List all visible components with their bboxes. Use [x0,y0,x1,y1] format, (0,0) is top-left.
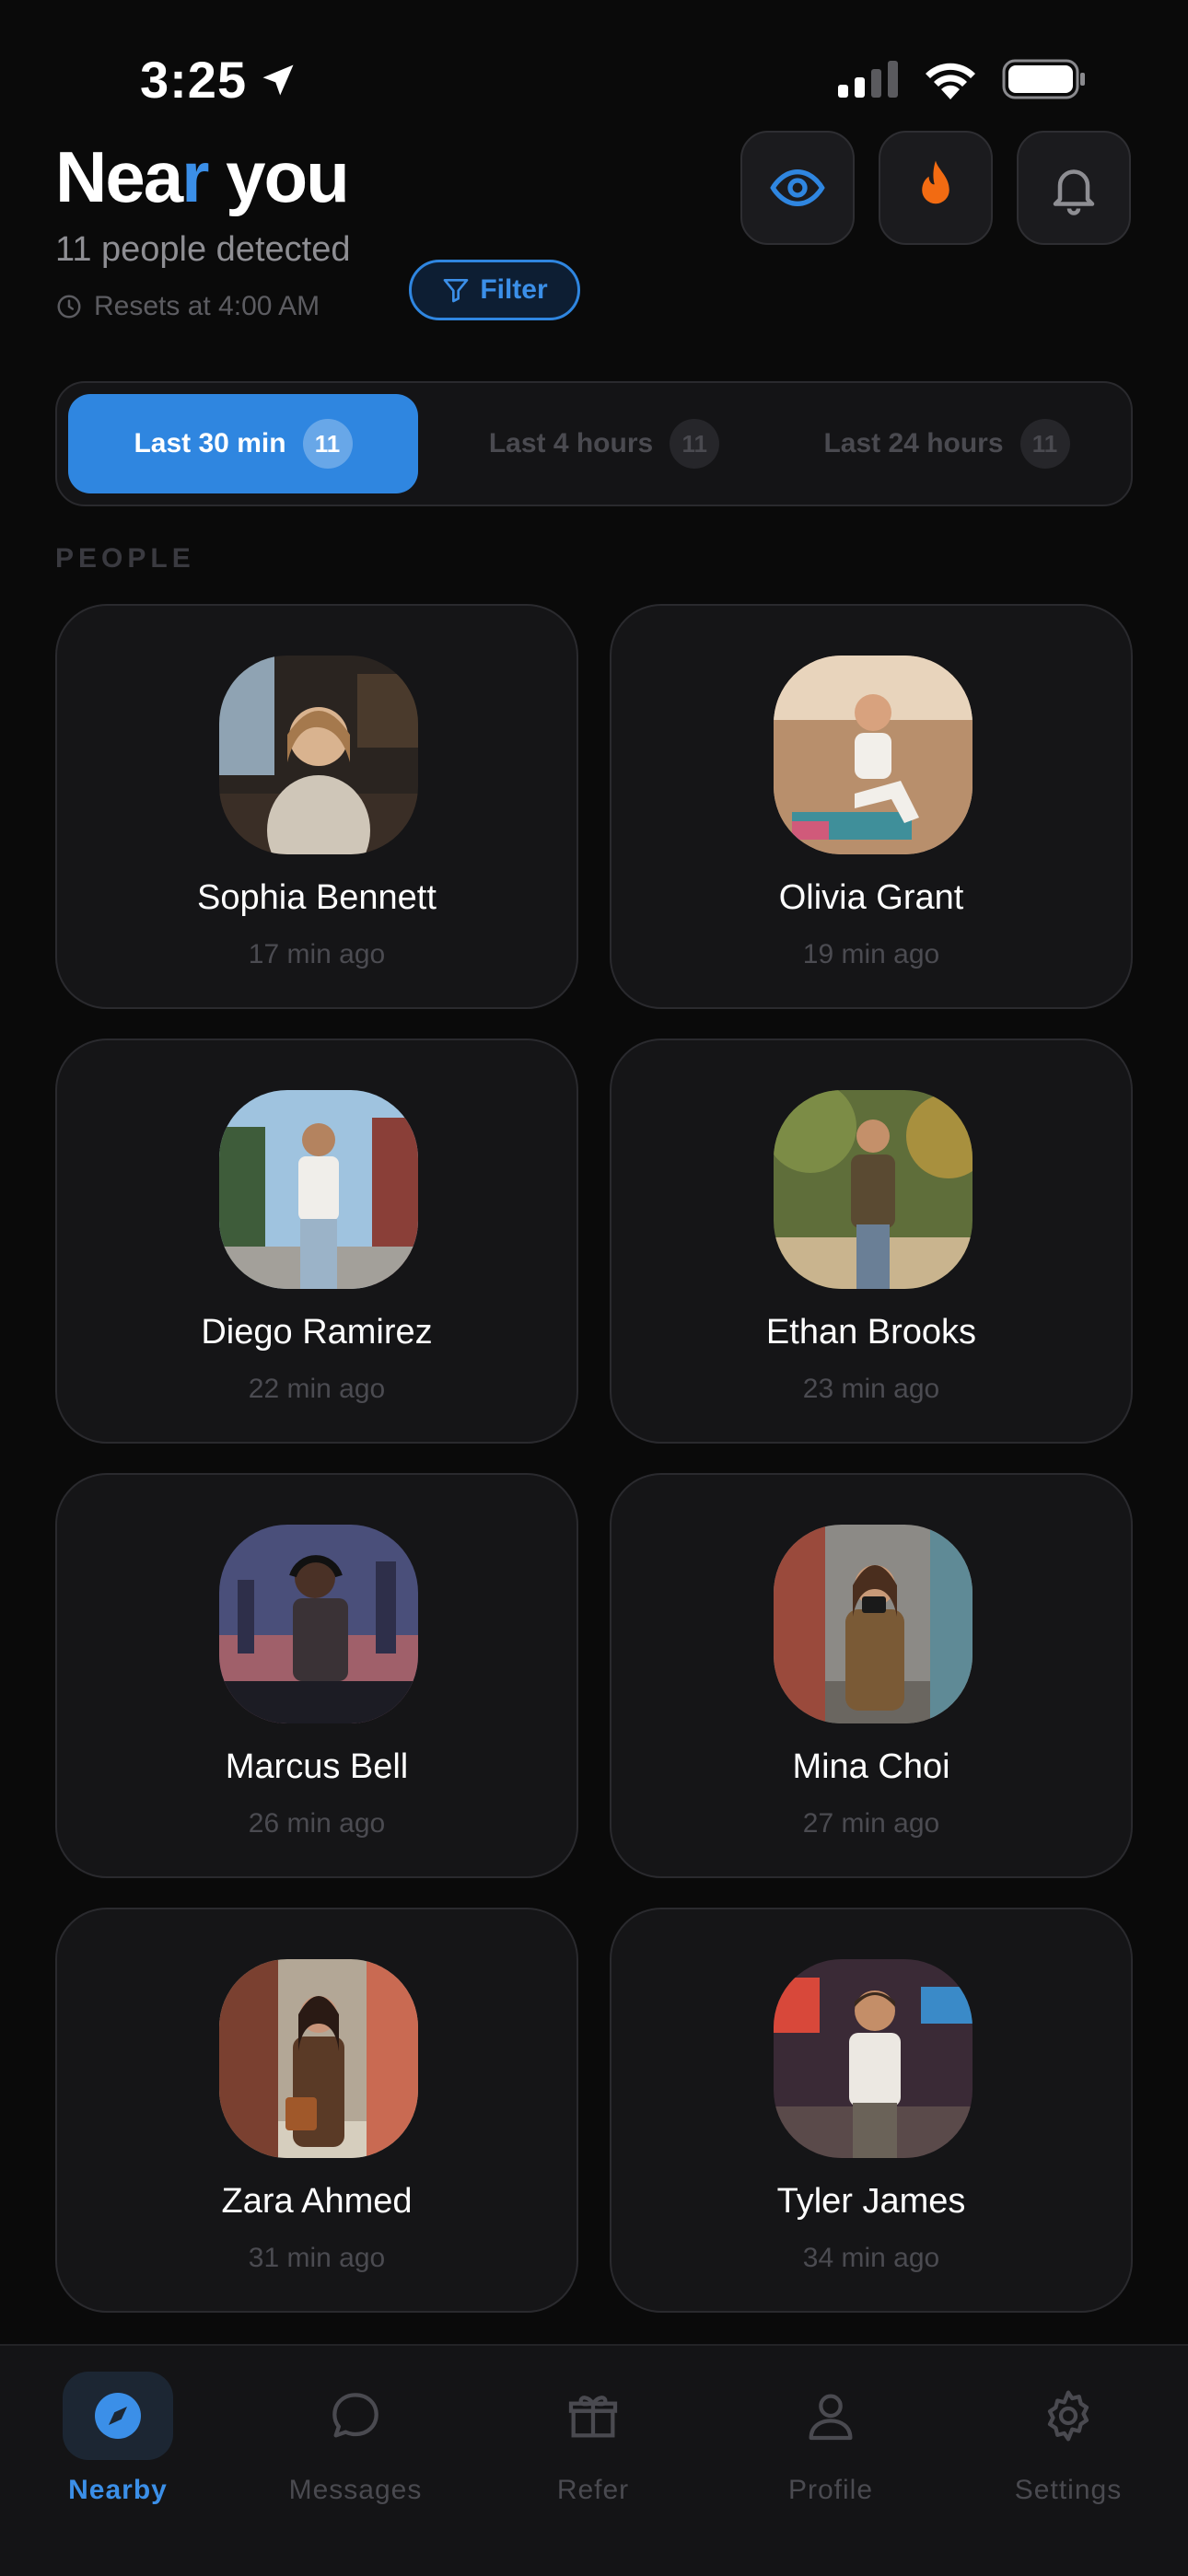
person-card[interactable]: Zara Ahmed 31 min ago [55,1908,578,2313]
tab-label: Profile [787,2475,874,2505]
segment-count-badge: 11 [670,419,720,469]
filter-label: Filter [480,274,548,305]
tab-icon-wrap [63,2372,173,2460]
segment-last-30-min[interactable]: Last 30 min 11 [68,394,418,493]
person-name: Marcus Bell [225,1747,409,1786]
bell-icon [1053,169,1095,215]
tab-messages[interactable]: Messages [254,2372,457,2506]
segment-label: Last 30 min [134,428,286,458]
segment-label: Last 24 hours [823,428,1004,458]
battery-icon [1002,59,1085,99]
person-card[interactable]: Mina Choi 27 min ago [610,1473,1133,1878]
avatar [219,1525,418,1723]
last-seen: 23 min ago [802,1374,940,1404]
person-card[interactable]: Ethan Brooks 23 min ago [610,1039,1133,1444]
tab-label: Nearby [68,2475,168,2505]
title-accent-letter: r [181,136,209,217]
tab-label: Refer [556,2475,630,2505]
status-time: 3:25 [140,50,298,110]
avatar [774,1525,973,1723]
last-seen: 31 min ago [248,2243,386,2273]
tab-icon-wrap [538,2372,648,2460]
funnel-icon [443,279,469,303]
tab-icon-wrap [1013,2372,1124,2460]
segment-last-24-hours[interactable]: Last 24 hours 11 [772,394,1122,493]
segment-count-badge: 11 [302,419,353,469]
avatar [774,1959,973,2158]
tab-icon-wrap [775,2372,886,2460]
avatar [219,656,418,854]
people-count: 11 people detected [55,230,351,269]
tab-icon-wrap [300,2372,411,2460]
cellular-signal-icon [838,61,898,98]
tab-label: Messages [288,2475,423,2505]
person-icon [809,2394,853,2441]
gear-icon [1047,2390,1089,2442]
tab-refer[interactable]: Refer [492,2372,694,2506]
status-icons [838,59,1087,99]
notifications-button[interactable] [1017,131,1131,245]
person-card[interactable]: Tyler James 34 min ago [610,1908,1133,2313]
last-seen: 17 min ago [248,939,386,969]
page-title: Near you [55,134,350,219]
person-card[interactable]: Marcus Bell 26 min ago [55,1473,578,1878]
person-name: Sophia Bennett [197,878,437,917]
section-heading: PEOPLE [55,543,195,574]
clock-icon [57,295,81,319]
eye-icon [770,168,825,207]
last-seen: 34 min ago [802,2243,940,2273]
person-card[interactable]: Olivia Grant 19 min ago [610,604,1133,1009]
wifi-icon [926,63,975,99]
segment-last-4-hours[interactable]: Last 4 hours 11 [429,394,779,493]
clock-text: 3:25 [140,51,248,109]
avatar [774,1090,973,1289]
segment-count-badge: 11 [1019,419,1070,469]
last-seen: 26 min ago [248,1808,386,1839]
person-name: Mina Choi [792,1747,950,1786]
location-arrow-icon [262,64,294,95]
title-text-end: you [207,136,350,217]
person-name: Tyler James [776,2182,966,2221]
flame-icon [922,160,949,204]
time-range-selector: Last 30 min 11 Last 4 hours 11 Last 24 h… [55,381,1133,506]
last-seen: 19 min ago [802,939,940,969]
last-seen: 27 min ago [802,1808,940,1839]
person-name: Zara Ahmed [221,2182,413,2221]
tab-settings[interactable]: Settings [967,2372,1170,2506]
filter-button[interactable]: Filter [409,260,580,320]
tab-label: Settings [1014,2475,1123,2505]
gift-icon [568,2396,618,2438]
tab-nearby[interactable]: Nearby [17,2372,219,2506]
reset-time: Resets at 4:00 AM [55,291,320,322]
person-name: Olivia Grant [778,878,964,917]
tab-bar: Nearby Messages Refer Profile Settings [0,2344,1188,2576]
last-seen: 22 min ago [248,1374,386,1404]
title-text: Nea [55,136,183,217]
avatar [219,1090,418,1289]
segment-label: Last 4 hours [488,428,654,458]
tab-profile[interactable]: Profile [729,2372,932,2506]
person-name: Ethan Brooks [765,1313,977,1352]
reset-time-text: Resets at 4:00 AM [94,291,320,321]
chat-bubble-icon [332,2393,379,2438]
visibility-button[interactable] [740,131,855,245]
hot-button[interactable] [879,131,993,245]
person-name: Diego Ramirez [201,1313,433,1352]
avatar [219,1959,418,2158]
person-card[interactable]: Sophia Bennett 17 min ago [55,604,578,1009]
person-card[interactable]: Diego Ramirez 22 min ago [55,1039,578,1444]
compass-icon [95,2393,141,2439]
avatar [774,656,973,854]
